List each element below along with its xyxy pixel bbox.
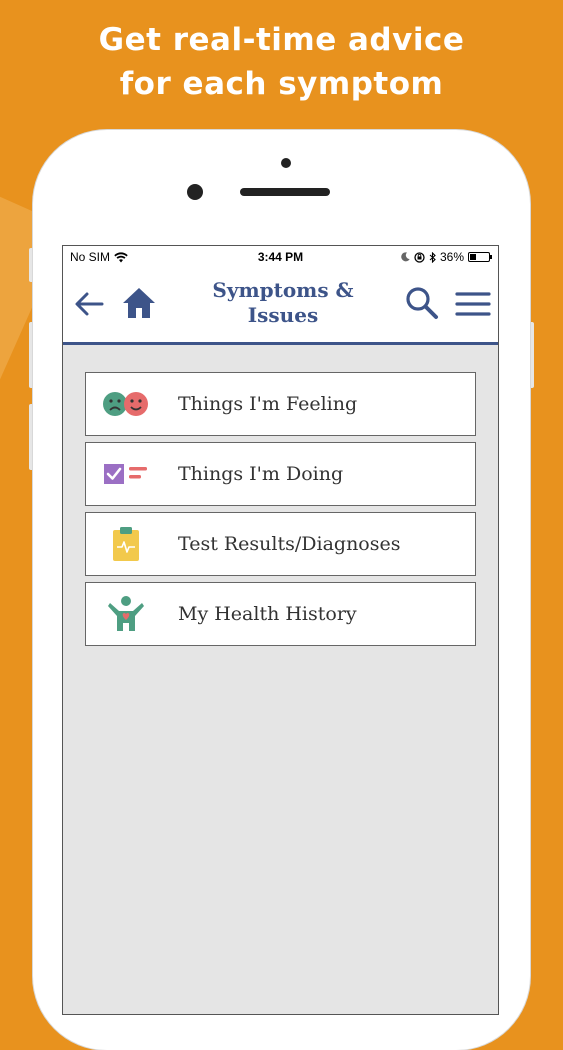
orientation-lock-icon <box>414 251 425 263</box>
person-heart-icon <box>86 582 166 646</box>
moon-icon <box>401 252 410 262</box>
menu-item-label: My Health History <box>178 603 357 625</box>
hamburger-menu-icon[interactable] <box>455 290 491 318</box>
page-title-line2: Issues <box>247 303 319 327</box>
menu-item-label: Test Results/Diagnoses <box>178 533 401 555</box>
app-screen: No SIM 3:44 PM 36% Symptoms & Issues Thi… <box>62 245 499 1015</box>
battery-percent: 36% <box>439 250 464 264</box>
menu-item-label: Things I'm Feeling <box>178 393 358 415</box>
page-title-line1: Symptoms & <box>212 278 354 302</box>
battery-icon <box>468 252 492 262</box>
menu-item-health-history[interactable]: My Health History <box>85 582 476 646</box>
proximity-sensor <box>281 158 291 168</box>
content-area: Things I'm Feeling Things I'm Doing Test… <box>63 345 498 1014</box>
clipboard-icon <box>86 512 166 576</box>
promo-headline-line1: Get real-time advice <box>98 22 465 58</box>
menu-item-things-feeling[interactable]: Things I'm Feeling <box>85 372 476 436</box>
promo-headline: Get real-time advice for each symptom <box>0 18 563 106</box>
nav-bar: Symptoms & Issues <box>63 268 498 345</box>
home-icon[interactable] <box>121 286 157 320</box>
battery-fill <box>470 254 477 260</box>
menu-item-things-doing[interactable]: Things I'm Doing <box>85 442 476 506</box>
page-title: Symptoms & Issues <box>193 278 373 328</box>
menu-item-label: Things I'm Doing <box>178 463 344 485</box>
bluetooth-icon <box>429 251 436 263</box>
arrow-left-icon[interactable] <box>73 288 105 320</box>
status-right: 36% <box>401 250 492 264</box>
checklist-icon <box>86 442 166 506</box>
menu-item-test-results[interactable]: Test Results/Diagnoses <box>85 512 476 576</box>
front-camera <box>187 184 203 200</box>
search-icon[interactable] <box>405 286 439 320</box>
feelings-faces-icon <box>86 372 166 436</box>
status-bar: No SIM 3:44 PM 36% <box>63 246 498 268</box>
earpiece-speaker <box>240 188 330 196</box>
promo-headline-line2: for each symptom <box>119 66 444 102</box>
